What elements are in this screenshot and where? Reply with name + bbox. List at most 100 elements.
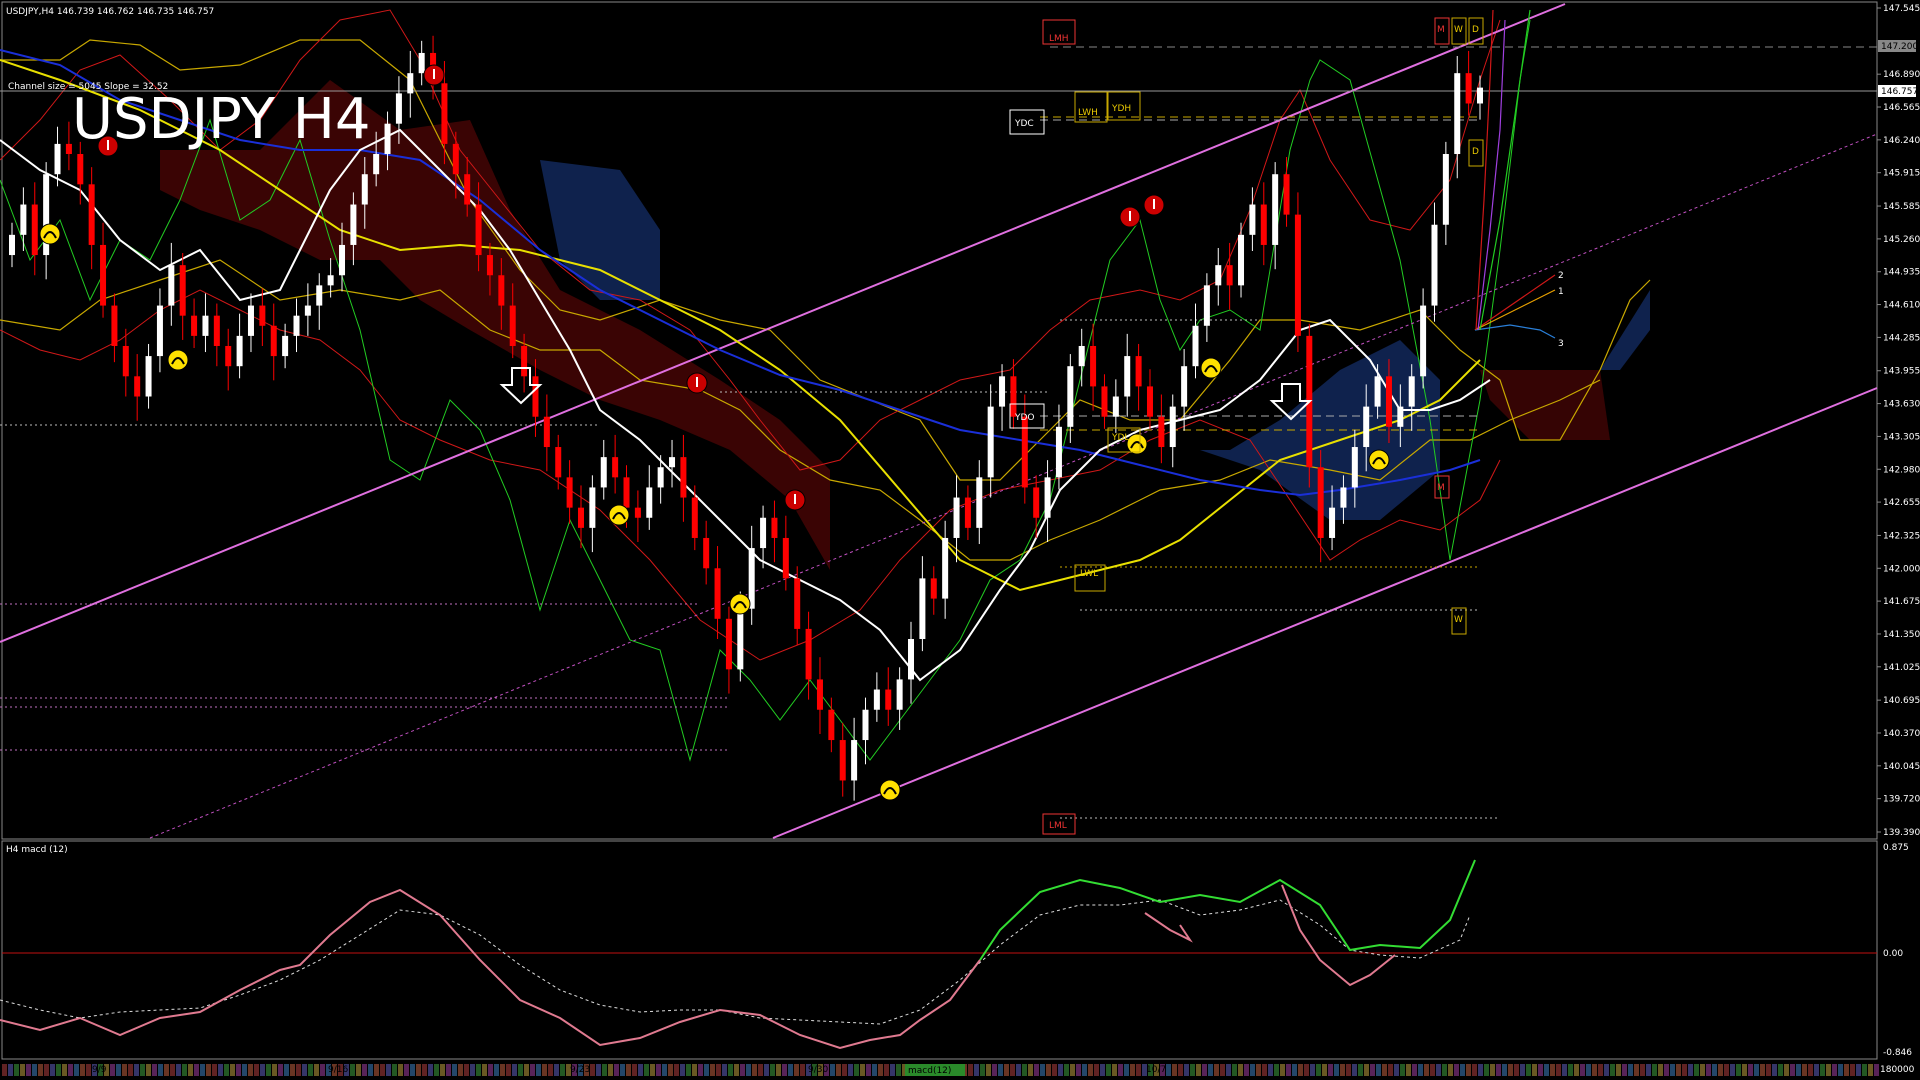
time-bar-segment bbox=[884, 1064, 889, 1076]
candle-body bbox=[623, 477, 630, 508]
time-bar-segment bbox=[782, 1064, 787, 1076]
price-tick-label: 139.390 bbox=[1883, 828, 1920, 838]
time-bar-segment bbox=[1844, 1064, 1849, 1076]
time-bar-segment bbox=[1028, 1064, 1033, 1076]
ydl-label: YDL bbox=[1111, 433, 1129, 443]
price-tick-label: 147.545 bbox=[1883, 4, 1920, 14]
time-bar-segment bbox=[1394, 1064, 1399, 1076]
time-bar-segment bbox=[356, 1064, 361, 1076]
time-bar-segment bbox=[878, 1064, 883, 1076]
time-bar-segment bbox=[260, 1064, 265, 1076]
time-bar-segment bbox=[1736, 1064, 1741, 1076]
time-label-9-23: 9/23 bbox=[570, 1065, 590, 1075]
candle-body bbox=[407, 73, 414, 94]
time-bar-segment bbox=[1118, 1064, 1123, 1076]
time-bar-segment bbox=[368, 1064, 373, 1076]
time-bar-segment bbox=[146, 1064, 151, 1076]
time-bar-segment bbox=[1478, 1064, 1483, 1076]
time-bar-segment bbox=[134, 1064, 139, 1076]
time-bar-segment bbox=[890, 1064, 895, 1076]
time-bar-segment bbox=[1754, 1064, 1759, 1076]
candle-body bbox=[999, 376, 1006, 407]
time-bar-segment bbox=[1376, 1064, 1381, 1076]
d-label-top: D bbox=[1472, 25, 1479, 35]
w-label-top: W bbox=[1454, 25, 1463, 35]
candle-body bbox=[145, 356, 152, 397]
time-bar-segment bbox=[1526, 1064, 1531, 1076]
candle-body bbox=[862, 709, 869, 741]
time-bar-segment bbox=[230, 1064, 235, 1076]
candle-body bbox=[1067, 366, 1074, 427]
fan-label-2: 2 bbox=[1558, 271, 1564, 281]
d-label-mid: D bbox=[1472, 147, 1479, 157]
time-bar-segment bbox=[1214, 1064, 1219, 1076]
candle-body bbox=[213, 315, 220, 346]
candle-body bbox=[908, 639, 915, 680]
time-bar-segment bbox=[1568, 1064, 1573, 1076]
candle-body bbox=[236, 335, 243, 367]
time-bar-segment bbox=[452, 1064, 457, 1076]
candle-body bbox=[680, 457, 687, 498]
buy-signal-icon bbox=[1368, 449, 1390, 471]
time-bar-segment bbox=[488, 1064, 493, 1076]
time-bar-segment bbox=[266, 1064, 271, 1076]
time-bar-segment bbox=[386, 1064, 391, 1076]
time-bar-segment bbox=[1358, 1064, 1363, 1076]
fan-label-1: 1 bbox=[1558, 287, 1564, 297]
time-bar-segment bbox=[236, 1064, 241, 1076]
time-bar-segment bbox=[836, 1064, 841, 1076]
buy-signal-icon bbox=[729, 593, 751, 615]
time-bar-segment bbox=[140, 1064, 145, 1076]
big-title: USDJPY H4 bbox=[72, 87, 370, 152]
time-bar-segment bbox=[1664, 1064, 1669, 1076]
time-bar-segment bbox=[1550, 1064, 1555, 1076]
candle-body bbox=[282, 335, 289, 357]
time-bar-segment bbox=[1226, 1064, 1231, 1076]
candle-body bbox=[1135, 356, 1142, 387]
candle-body bbox=[259, 305, 266, 326]
time-bar-segment bbox=[992, 1064, 997, 1076]
time-bar-segment bbox=[1484, 1064, 1489, 1076]
time-bar-segment bbox=[1700, 1064, 1705, 1076]
candle-body bbox=[1283, 174, 1290, 215]
time-bar-segment bbox=[26, 1064, 31, 1076]
price-tick-label: 145.585 bbox=[1883, 202, 1920, 212]
time-bar-segment bbox=[1322, 1064, 1327, 1076]
candle-body bbox=[134, 376, 141, 397]
time-bar-segment bbox=[1592, 1064, 1597, 1076]
time-bar-segment bbox=[290, 1064, 295, 1076]
candle-body bbox=[1203, 285, 1210, 326]
time-bar-segment bbox=[1016, 1064, 1021, 1076]
time-bar-segment bbox=[1244, 1064, 1249, 1076]
time-bar-segment bbox=[698, 1064, 703, 1076]
candle-body bbox=[543, 416, 550, 448]
candle-body bbox=[100, 244, 107, 306]
time-bar-segment bbox=[434, 1064, 439, 1076]
time-bar-segment bbox=[1220, 1064, 1225, 1076]
buy-signal-icon bbox=[1126, 433, 1148, 455]
time-bar-segment bbox=[1718, 1064, 1723, 1076]
time-bar-segment bbox=[854, 1064, 859, 1076]
fan-label-3: 3 bbox=[1558, 339, 1564, 349]
time-bar-segment bbox=[1190, 1064, 1195, 1076]
time-bar-segment bbox=[80, 1064, 85, 1076]
time-bar-segment bbox=[764, 1064, 769, 1076]
time-bar-segment bbox=[1556, 1064, 1561, 1076]
time-bar-segment bbox=[1064, 1064, 1069, 1076]
ydh-label: YDH bbox=[1111, 104, 1131, 114]
candle-body bbox=[122, 345, 129, 377]
price-tick-label: 143.955 bbox=[1883, 367, 1920, 377]
time-bar-segment bbox=[170, 1064, 175, 1076]
candle-body bbox=[361, 174, 368, 205]
candle-body bbox=[1374, 376, 1381, 407]
time-highlight-label: macd(12) bbox=[908, 1066, 951, 1076]
lmh-price-text: 147.200 bbox=[1881, 42, 1918, 52]
time-bar-segment bbox=[746, 1064, 751, 1076]
time-bar-segment bbox=[656, 1064, 661, 1076]
time-bar-segment bbox=[422, 1064, 427, 1076]
time-bar-segment bbox=[122, 1064, 127, 1076]
candle-body bbox=[1226, 265, 1233, 286]
candle-body bbox=[1249, 204, 1256, 235]
buy-signal-icon bbox=[39, 223, 61, 245]
time-bar-segment bbox=[1250, 1064, 1255, 1076]
